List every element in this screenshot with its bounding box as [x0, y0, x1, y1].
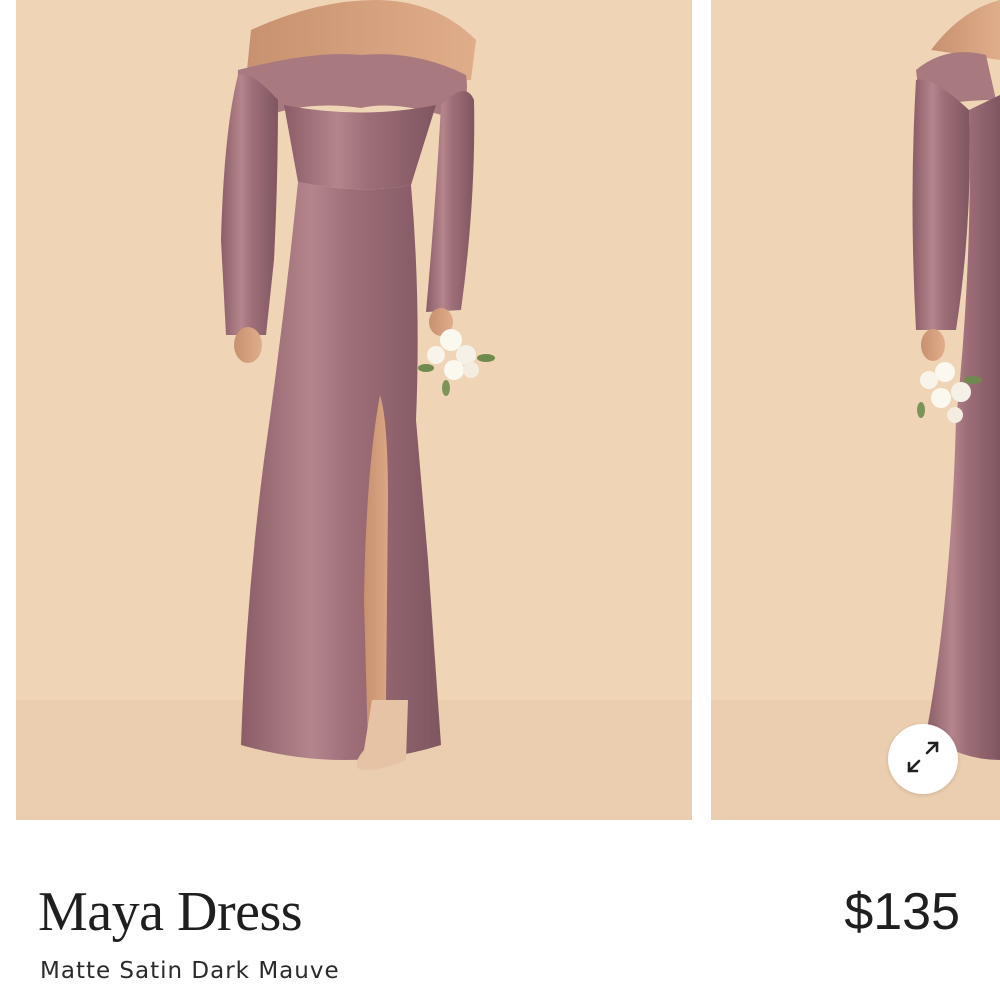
- dress-illustration-front: [16, 0, 692, 820]
- product-title: Maya Dress: [38, 881, 303, 943]
- product-price: $135: [844, 883, 960, 941]
- product-image-front[interactable]: [16, 0, 692, 820]
- product-image-gallery[interactable]: [0, 0, 1000, 820]
- expand-image-button[interactable]: [888, 724, 958, 794]
- product-image-side[interactable]: [711, 0, 1000, 820]
- product-variant: Matte Satin Dark Mauve: [40, 958, 340, 984]
- dress-illustration-side: [711, 0, 1000, 820]
- expand-arrows-icon: [903, 737, 943, 782]
